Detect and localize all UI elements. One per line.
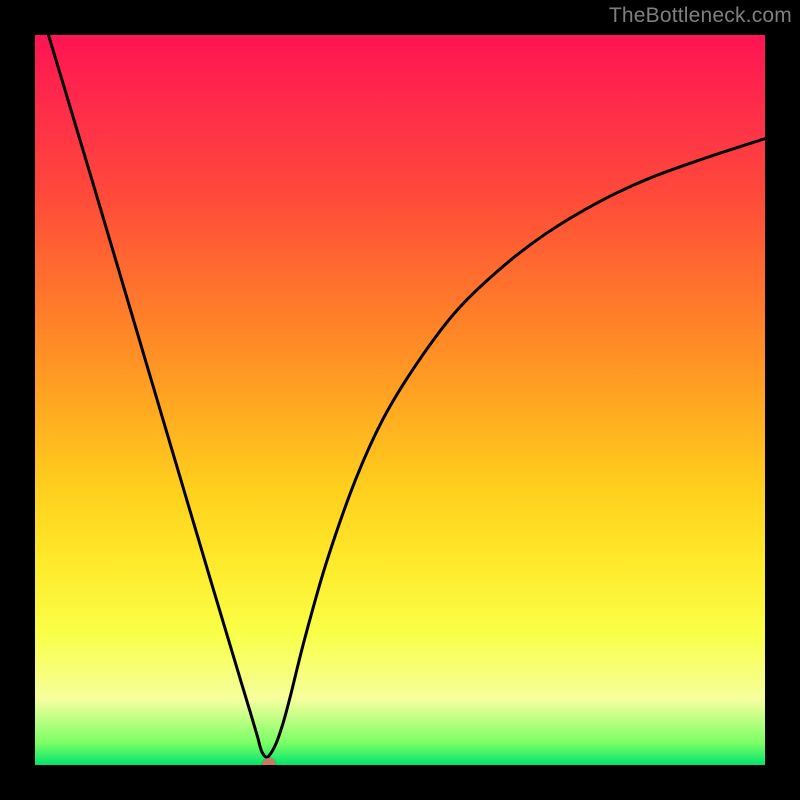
chart-frame: TheBottleneck.com (0, 0, 800, 800)
curve-svg (35, 35, 765, 765)
bottleneck-curve-path (35, 35, 765, 757)
optimum-marker (262, 758, 276, 765)
plot-area (35, 35, 765, 765)
watermark-text: TheBottleneck.com (609, 4, 792, 28)
